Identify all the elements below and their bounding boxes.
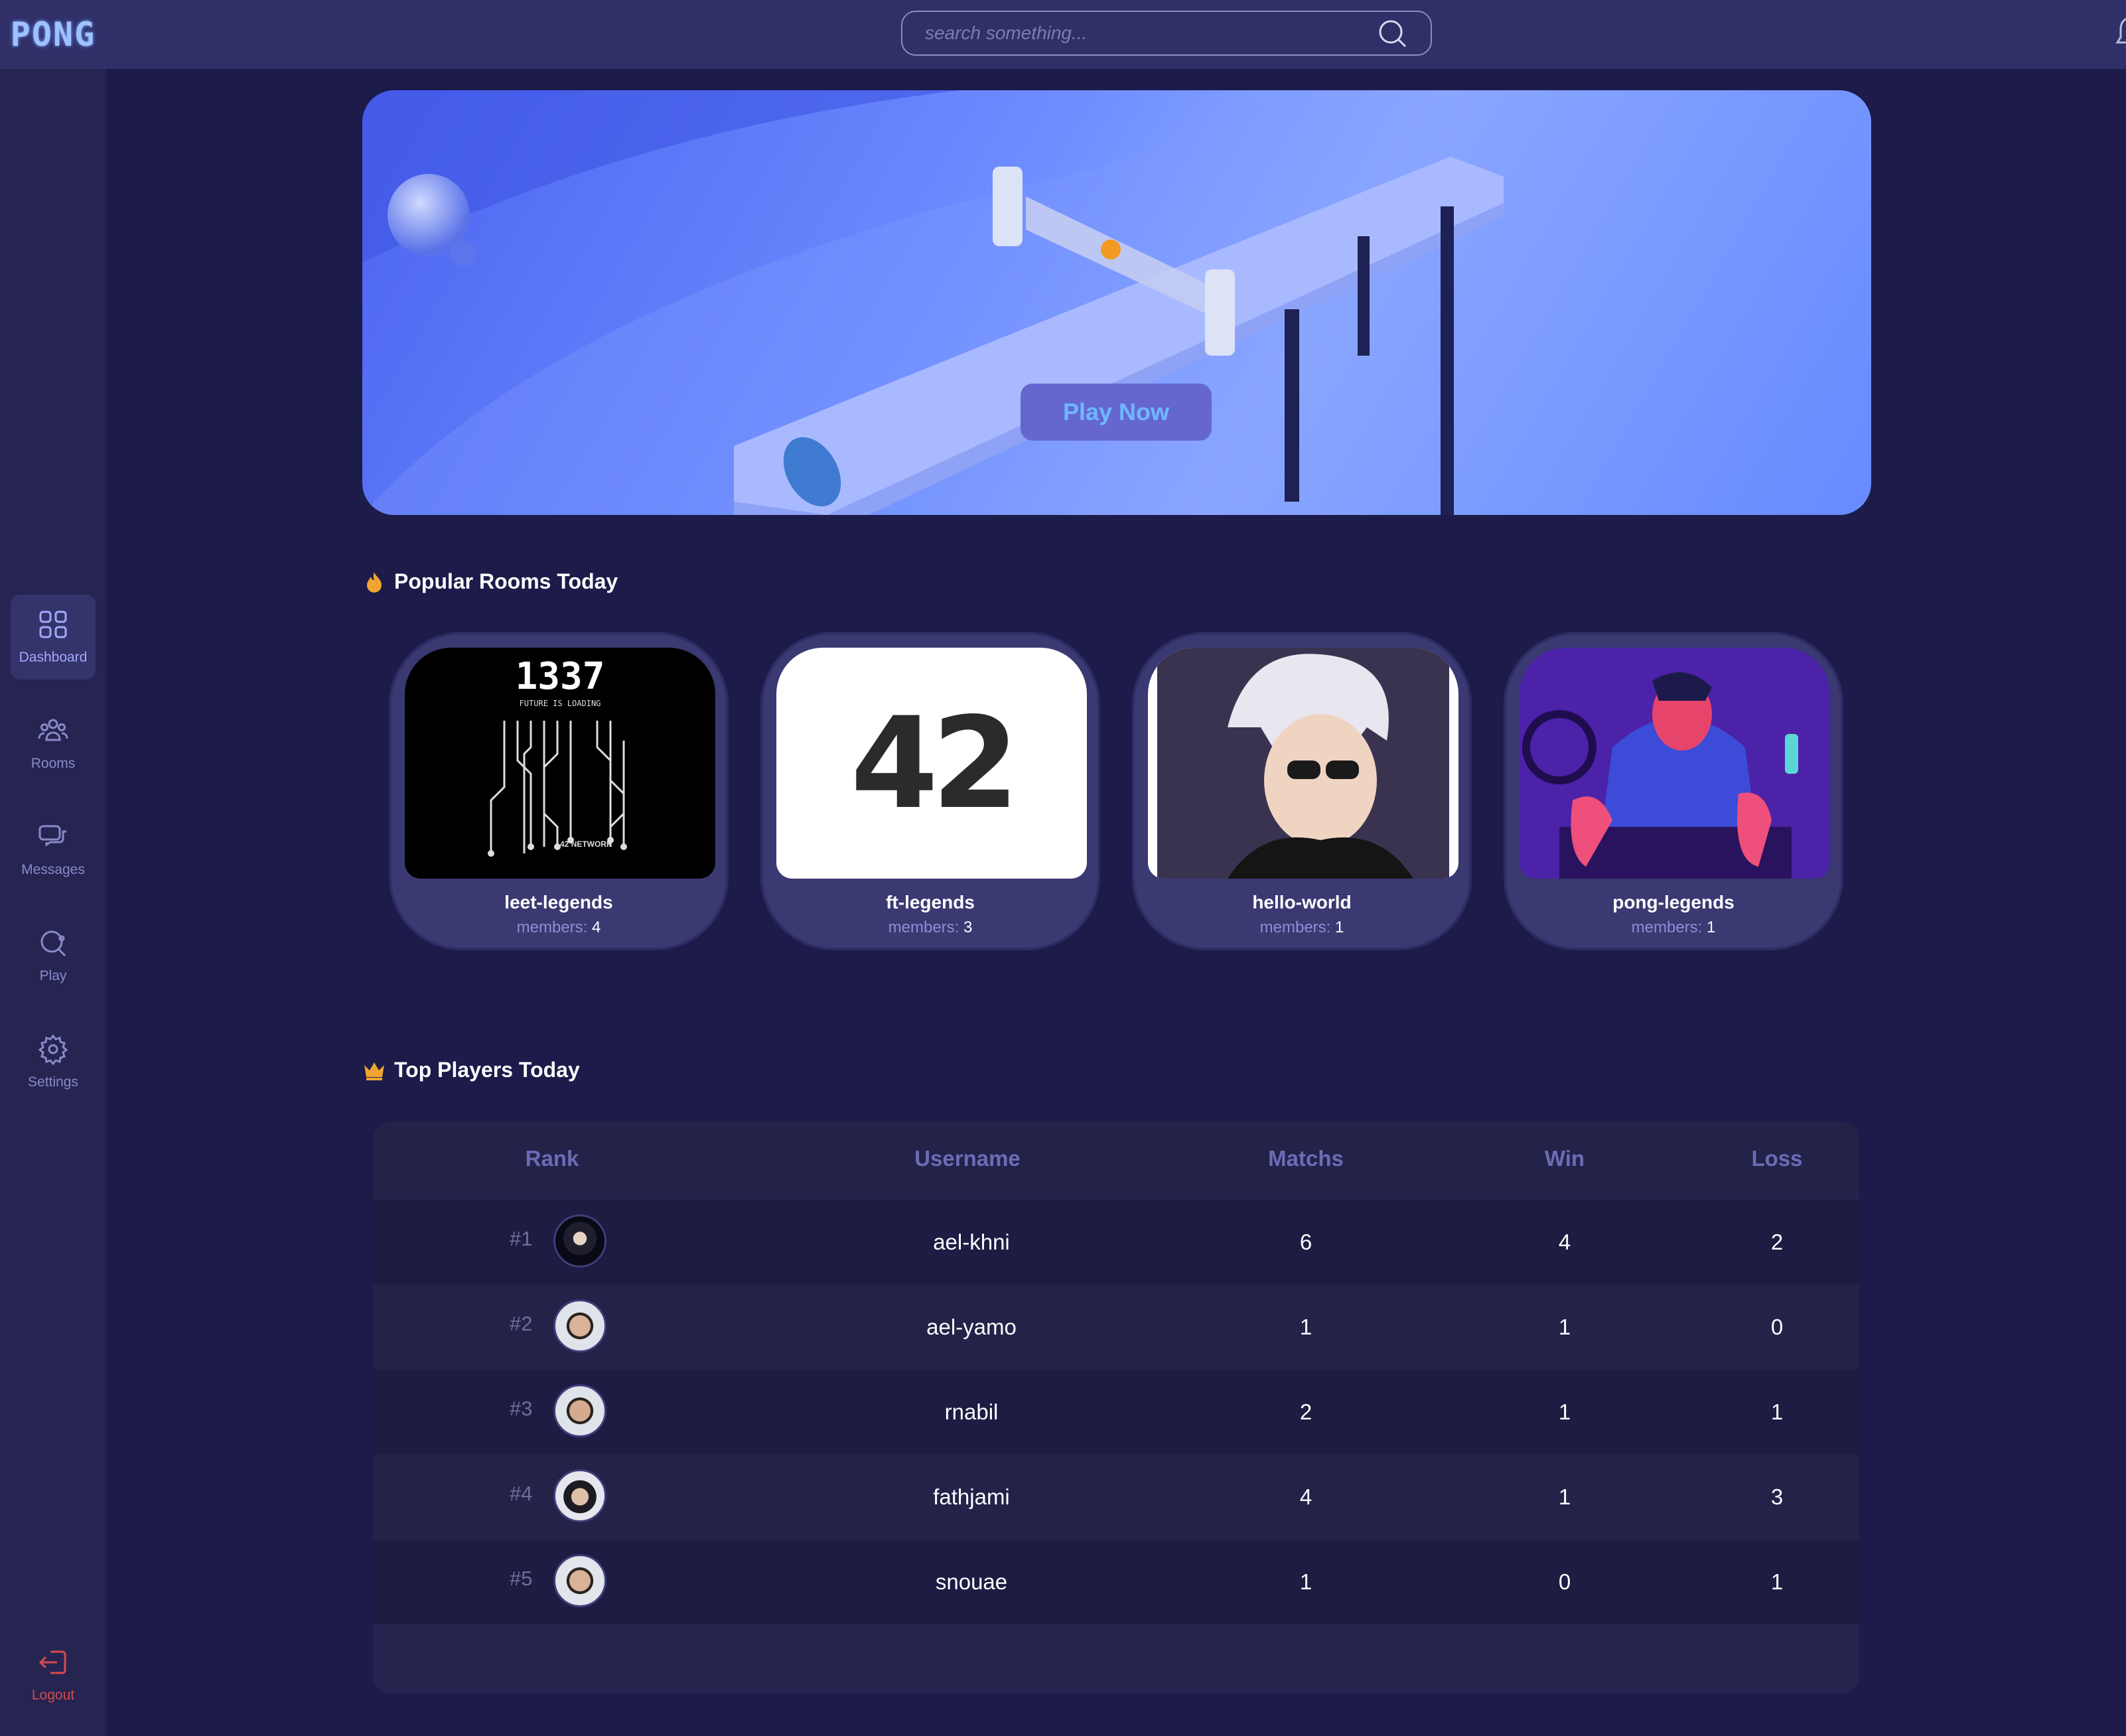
sidebar-item-label: Settings <box>28 1074 78 1090</box>
matchs-count: 1 <box>1299 1315 1312 1339</box>
room-logo-tagline: FUTURE IS LOADING <box>520 699 601 708</box>
sidebar-item-play[interactable]: Play <box>11 913 96 998</box>
ping-pong-table-illustration <box>362 90 1871 515</box>
matchs-count: 1 <box>1299 1569 1312 1594</box>
username[interactable]: fathjami <box>839 1455 1104 1540</box>
crown-icon <box>364 1062 384 1080</box>
username[interactable]: ael-khni <box>839 1200 1104 1285</box>
loss-count: 1 <box>1770 1569 1784 1594</box>
room-logo-network: 42 NETWORK <box>560 839 612 849</box>
room-name: leet-legends <box>504 892 613 912</box>
play-banner: Play Now <box>362 90 1871 515</box>
rank-number: #5 <box>510 1567 533 1590</box>
loss-count: 3 <box>1770 1484 1784 1509</box>
room-card-ft-legends[interactable]: 42 ft-legends members: 3 <box>760 632 1100 950</box>
loss-count: 2 <box>1770 1230 1784 1254</box>
room-logo-42: 42 <box>850 689 1019 837</box>
logout-icon <box>38 1650 66 1674</box>
username[interactable]: ael-yamo <box>839 1285 1104 1370</box>
rank-number: #2 <box>510 1312 533 1335</box>
room-members: members: 3 <box>888 918 973 936</box>
column-header-matchs: Matchs <box>1268 1146 1344 1171</box>
username[interactable]: rnabil <box>839 1370 1104 1455</box>
rank-number: #1 <box>510 1227 533 1250</box>
column-header-loss: Loss <box>1751 1146 1803 1171</box>
logo-text: PONG <box>10 15 96 54</box>
sidebar-item-messages[interactable]: Messages <box>11 807 96 892</box>
table-row[interactable]: #2 ael-yamo 1 1 0 <box>373 1285 1859 1370</box>
popular-rooms-heading: Popular Rooms Today <box>362 569 618 594</box>
loss-count: 1 <box>1770 1400 1784 1424</box>
gear-icon <box>38 1034 68 1065</box>
top-bar <box>106 0 2126 69</box>
search-bar[interactable] <box>901 11 1432 56</box>
table-row[interactable]: #4 fathjami 4 1 3 <box>373 1455 1859 1540</box>
section-title-text: Popular Rooms Today <box>394 569 618 593</box>
bell-icon[interactable] <box>2114 15 2126 53</box>
table-row[interactable]: #5 snouae 1 0 1 <box>373 1540 1859 1625</box>
logout-label: Logout <box>31 1688 75 1703</box>
top-players-table: Rank Username Matchs Win Loss #1 ael-khn… <box>373 1121 1859 1694</box>
sidebar-item-label: Dashboard <box>19 650 88 665</box>
users-icon <box>38 719 68 741</box>
rank-number: #3 <box>510 1397 533 1420</box>
table-row[interactable]: #3 rnabil 2 1 1 <box>373 1370 1859 1455</box>
sidebar-item-dashboard[interactable]: Dashboard <box>11 595 96 680</box>
room-members: members: 1 <box>1631 918 1716 936</box>
flame-icon <box>367 571 382 593</box>
sidebar-item-label: Play <box>39 968 67 983</box>
sidebar-item-rooms[interactable]: Rooms <box>11 701 96 786</box>
column-header-username: Username <box>914 1146 1021 1171</box>
avatar[interactable] <box>553 1469 606 1522</box>
room-logo-title: 1337 <box>516 655 605 698</box>
avatar[interactable] <box>553 1554 606 1607</box>
avatar[interactable] <box>553 1214 606 1267</box>
matchs-count: 6 <box>1299 1230 1312 1254</box>
section-title-text: Top Players Today <box>394 1058 580 1082</box>
sidebar-item-label: Messages <box>21 862 85 877</box>
avatar[interactable] <box>553 1384 606 1437</box>
chat-icon <box>38 825 66 847</box>
grid-icon <box>39 611 67 638</box>
search-input[interactable] <box>925 23 1376 44</box>
sidebar-item-label: Rooms <box>31 756 76 771</box>
room-image: 1337 FUTURE IS LOADING 42 NETWORK <box>405 648 715 879</box>
room-card-leet-legends[interactable]: 1337 FUTURE IS LOADING 42 NETWORK leet-l… <box>389 632 729 950</box>
sidebar-item-settings[interactable]: Settings <box>11 1019 96 1104</box>
play-now-button[interactable]: Play Now <box>1021 384 1212 441</box>
room-image <box>1520 648 1830 879</box>
column-header-rank: Rank <box>525 1146 579 1171</box>
sidebar: PONG Dashboard Rooms Messages Play Setti… <box>0 0 106 1736</box>
room-name: pong-legends <box>1612 892 1735 912</box>
search-icon[interactable] <box>1376 17 1408 49</box>
paddle-icon <box>40 930 66 957</box>
app-logo[interactable]: PONG <box>0 0 106 69</box>
top-players-heading: Top Players Today <box>362 1058 580 1082</box>
room-card-hello-world[interactable]: hello-world members: 1 <box>1132 632 1472 950</box>
room-card-pong-legends[interactable]: pong-legends members: 1 <box>1504 632 1843 950</box>
username[interactable]: snouae <box>839 1540 1104 1625</box>
loss-count: 0 <box>1770 1315 1784 1339</box>
room-members: members: 1 <box>1259 918 1344 936</box>
table-header: Rank Username Matchs Win Loss <box>373 1121 1859 1196</box>
room-image <box>1148 648 1458 879</box>
avatar[interactable] <box>553 1299 606 1352</box>
matchs-count: 2 <box>1299 1400 1312 1424</box>
matchs-count: 4 <box>1299 1484 1312 1509</box>
table-row[interactable]: #1 ael-khni 6 4 2 <box>373 1200 1859 1285</box>
rank-number: #4 <box>510 1482 533 1505</box>
room-members: members: 4 <box>516 918 601 936</box>
logout-button[interactable]: Logout <box>11 1632 96 1717</box>
room-name: hello-world <box>1252 892 1352 912</box>
room-image: 42 <box>776 648 1087 879</box>
room-name: ft-legends <box>886 892 975 912</box>
